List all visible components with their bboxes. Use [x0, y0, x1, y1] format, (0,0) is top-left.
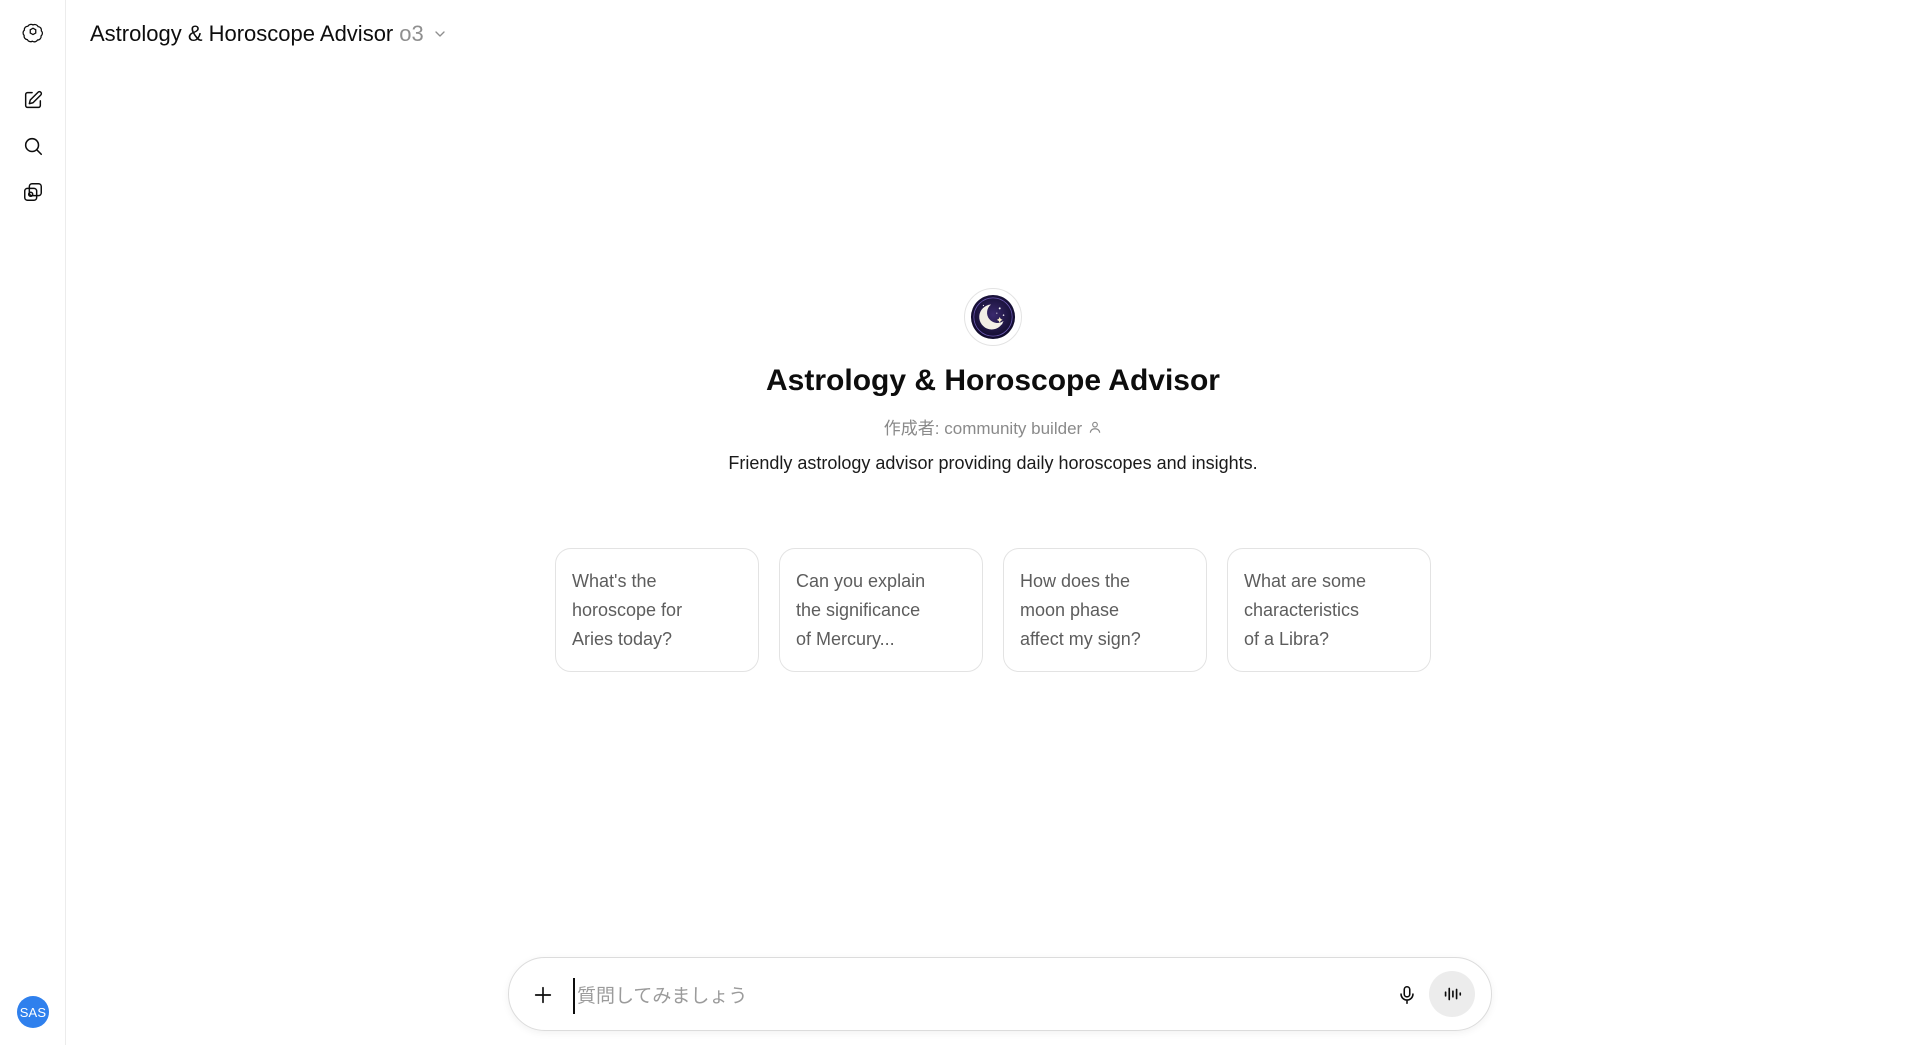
suggestion-text: the significance [796, 600, 921, 620]
suggestion-card[interactable]: What are some characteristics of a Libra… [1227, 548, 1431, 672]
search-button[interactable] [16, 129, 50, 163]
plus-icon [534, 986, 552, 1004]
suggestion-text: characteristics [1244, 600, 1360, 620]
search-icon [24, 137, 43, 156]
suggestion-text: Aries today? [572, 629, 673, 649]
chevron-down-icon [435, 31, 445, 37]
suggestion-text: affect my sign? [1020, 629, 1141, 649]
attach-button[interactable] [525, 977, 561, 1013]
gpts-button[interactable] [16, 175, 50, 209]
new-chat-button[interactable] [16, 83, 50, 117]
suggestion-text: What's the [572, 571, 657, 591]
microphone-icon [1400, 985, 1414, 1005]
suggestion-text: moon phase [1020, 600, 1120, 620]
new-chat-icon [24, 90, 43, 109]
suggestion-text: How does the [1020, 571, 1131, 591]
gpt-avatar [964, 288, 1022, 346]
suggestion-text: What are some [1244, 571, 1367, 591]
gpt-title: Astrology & Horoscope Advisor [766, 364, 1220, 397]
prompt-input[interactable] [573, 978, 1359, 1014]
suggestion-cards: What's the horoscope for Aries today? Ca… [66, 548, 1920, 672]
left-rail: SAS [0, 0, 66, 1045]
gpts-icon [24, 183, 42, 201]
gpt-author-text: 作成者: community builder [883, 419, 1083, 438]
suggestion-card[interactable]: What's the horoscope for Aries today? [555, 548, 759, 672]
crescent-moon-stars-icon [970, 294, 1016, 340]
suggestion-card[interactable]: Can you explain the significance of Merc… [779, 548, 983, 672]
gpt-name: Astrology & Horoscope Advisor [90, 21, 394, 46]
person-icon [1089, 421, 1101, 433]
suggestion-text: of a Libra? [1244, 629, 1330, 649]
voice-mode-button[interactable] [1429, 971, 1475, 1017]
suggestion-card[interactable]: How does the moon phase affect my sign? [1003, 548, 1207, 672]
gpt-description: Friendly astrology advisor providing dai… [728, 453, 1258, 473]
prompt-composer [508, 957, 1492, 1031]
openai-logo-icon[interactable] [16, 16, 50, 50]
suggestion-text: Can you explain [796, 571, 926, 591]
voice-mode-icon [1444, 987, 1462, 1001]
avatar[interactable]: SAS [17, 996, 49, 1028]
gpt-author: 作成者: community builder [884, 414, 1102, 439]
model-selector[interactable]: Astrology & Horoscope Advisor o3 [90, 16, 448, 52]
gpt-intro: Astrology & Horoscope Advisor 作成者: commu… [66, 288, 1920, 474]
model-name: o3 [399, 21, 424, 46]
dictate-button[interactable] [1389, 977, 1425, 1013]
suggestion-text: of Mercury... [796, 629, 895, 649]
suggestion-text: horoscope for [572, 600, 683, 620]
